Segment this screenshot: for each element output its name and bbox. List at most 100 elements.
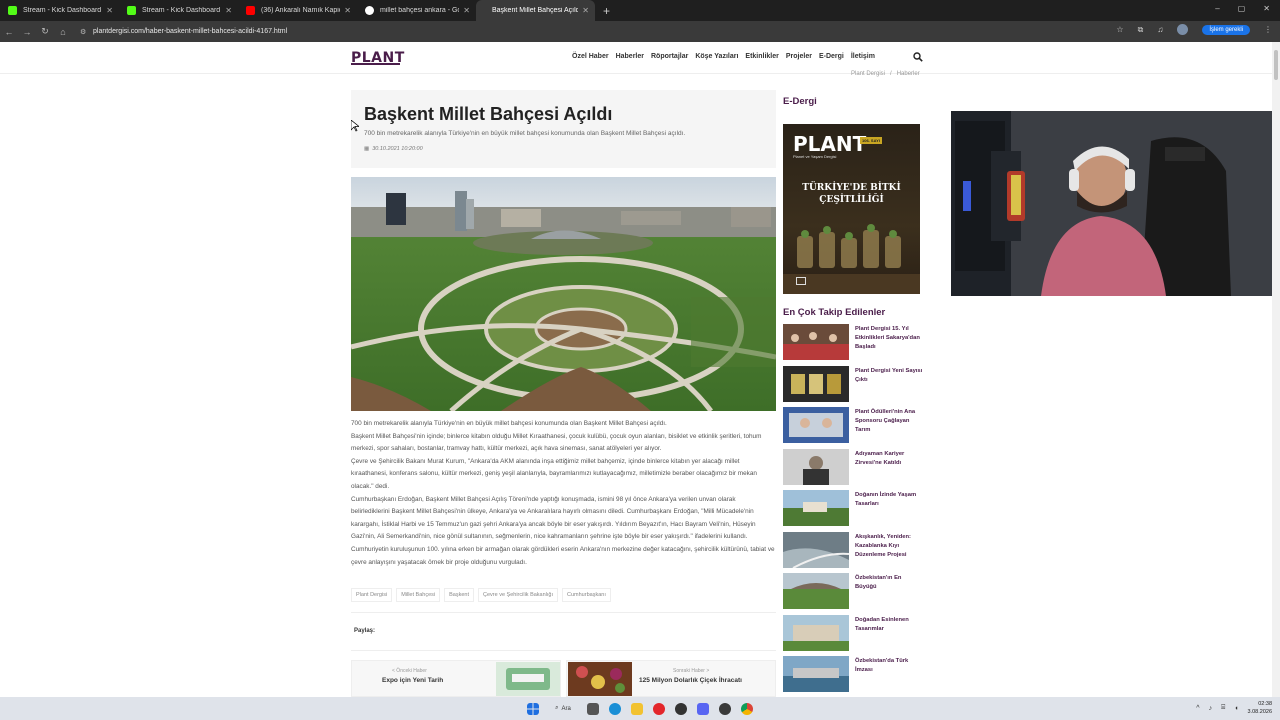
taskbar-search-label: Ara	[561, 705, 571, 712]
tag-link[interactable]: Başkent	[444, 588, 474, 602]
nav-item-kose-yazilari[interactable]: Köşe Yazıları	[695, 53, 738, 60]
list-item[interactable]: Plant Dergisi Yeni Sayısı Çıktı	[783, 365, 923, 408]
search-icon: ⌕	[555, 705, 559, 711]
tag-link[interactable]: Millet Bahçesi	[396, 588, 441, 602]
tag-link[interactable]: Plant Dergisi	[351, 588, 393, 602]
task-view-icon[interactable]	[586, 702, 599, 715]
youtube-favicon-icon	[246, 6, 255, 15]
nav-item-roportajlar[interactable]: Röportajlar	[651, 53, 688, 60]
discord-icon[interactable]	[696, 702, 709, 715]
volume-icon[interactable]: ◖	[1234, 705, 1238, 712]
most-followed-list: Plant Dergisi 15. Yıl Etkinlikleri Sakar…	[783, 324, 923, 697]
item-title: Akışkanlık, Yeniden: Kazablanka Kıyı Düz…	[855, 533, 911, 558]
chrome-icon[interactable]	[740, 702, 753, 715]
new-tab-button[interactable]: +	[603, 4, 610, 18]
mouse-cursor	[351, 120, 359, 132]
date-text: 30.10.2021 10:20:00	[372, 146, 423, 152]
item-title: Plant Dergisi Yeni Sayısı Çıktı	[855, 367, 923, 383]
page-scrollbar[interactable]	[1272, 42, 1280, 697]
article-paragraph: Cumhurbaşkanı Erdoğan, Başkent Millet Ba…	[351, 495, 775, 566]
microphone-icon[interactable]: ♪	[1209, 705, 1213, 712]
list-item[interactable]: Adıyaman Kariyer Zirvesi'ne Katıldı	[783, 448, 920, 491]
home-icon[interactable]: ⌂	[54, 27, 72, 37]
browser-tab-3[interactable]: millet bahçesi ankara - Google ... ✕	[357, 0, 476, 21]
breadcrumb-home[interactable]: Plant Dergisi	[851, 71, 885, 77]
browser-tab-0[interactable]: Stream - Kick Dashboard ✕	[0, 0, 119, 21]
item-title: Plant Dergisi 15. Yıl Etkinlikleri Sakar…	[855, 326, 920, 350]
next-label: Sonraki Haber >	[673, 668, 710, 674]
article-tags: Plant Dergisi Millet Bahçesi Başkent Çev…	[351, 588, 611, 602]
search-icon[interactable]	[913, 52, 923, 62]
nav-item-e-dergi[interactable]: E-Dergi	[819, 53, 844, 60]
browser-tab-4[interactable]: Başkent Millet Bahçesi Açıldı ✕	[476, 0, 595, 21]
media-icon[interactable]: ♫	[1157, 25, 1163, 34]
bookmark-star-icon[interactable]: ☆	[1116, 25, 1123, 34]
windows-start-icon[interactable]	[527, 702, 540, 715]
item-title: Plant Ödülleri'nin Ana Sponsoru Çağlayan…	[855, 409, 916, 433]
clock-time: 02:38	[1258, 701, 1272, 707]
back-icon[interactable]: ←	[0, 27, 18, 37]
close-tab-icon[interactable]: ✕	[463, 6, 470, 15]
url-field[interactable]: ⚙ plantdergisi.com/haber-baskent-millet-…	[80, 28, 287, 36]
list-item[interactable]: Plant Ödülleri'nin Ana Sponsoru Çağlayan…	[783, 407, 920, 449]
list-item[interactable]: Özbekistan'ın En Büyüğü	[783, 573, 920, 615]
app-icon[interactable]	[718, 702, 731, 715]
item-thumbnail	[783, 407, 849, 443]
browser-tab-1[interactable]: Stream - Kick Dashboard ✕	[119, 0, 238, 21]
taskbar-search[interactable]: ⌕ Ara	[549, 705, 577, 712]
item-thumbnail	[783, 490, 849, 526]
tag-link[interactable]: Cumhurbaşkanı	[562, 588, 611, 602]
close-window-button[interactable]: ✕	[1263, 4, 1270, 13]
nav-item-ozel-haber[interactable]: Özel Haber	[572, 53, 609, 60]
nav-item-haberler[interactable]: Haberler	[616, 53, 644, 60]
previous-article-link[interactable]: < Önceki Haber Expo için Yeni Tarih	[351, 660, 561, 697]
site-header: PLANT Özel Haber Haberler Röportajlar Kö…	[0, 42, 1272, 74]
close-tab-icon[interactable]: ✕	[582, 6, 589, 15]
list-item[interactable]: Özbekistan'da Türk İmzası	[783, 656, 920, 697]
obs-icon[interactable]	[674, 702, 687, 715]
item-title: Doğanın İzinde Yaşam Tasarları	[855, 492, 917, 507]
breadcrumb-current[interactable]: Haberler	[897, 71, 920, 77]
browser-tab-2[interactable]: (36) Ankaralı Namık Kapici Izzet... ✕	[238, 0, 357, 21]
nav-item-etkinlikler[interactable]: Etkinlikler	[745, 53, 778, 60]
site-info-icon[interactable]: ⚙	[80, 28, 87, 36]
webcam-overlay	[951, 111, 1272, 296]
breadcrumb-separator: /	[890, 71, 892, 77]
nav-item-projeler[interactable]: Projeler	[786, 53, 812, 60]
extensions-icon[interactable]: ⧉	[1138, 25, 1144, 35]
update-button[interactable]: İşlem gerekli	[1202, 24, 1250, 35]
edergi-cover[interactable]: PLANT 106. SAYI Planet ve Yaşam Dergisi …	[783, 124, 920, 294]
menu-icon[interactable]: ⋮	[1264, 25, 1272, 34]
browser-toolbar-right: ☆ ⧉ ♫ İşlem gerekli ⋮	[1116, 24, 1272, 35]
close-tab-icon[interactable]: ✕	[106, 6, 113, 15]
list-item[interactable]: Plant Dergisi 15. Yıl Etkinlikleri Sakar…	[783, 324, 920, 366]
opera-icon[interactable]	[652, 702, 665, 715]
close-tab-icon[interactable]: ✕	[344, 6, 351, 15]
next-article-link[interactable]: Sonraki Haber > 125 Milyon Dolarlık Çiçe…	[566, 660, 776, 697]
maximize-button[interactable]: ▢	[1238, 4, 1246, 13]
calendar-icon: ▦	[364, 146, 370, 152]
list-item[interactable]: Akışkanlık, Yeniden: Kazablanka Kıyı Düz…	[783, 531, 920, 574]
main-nav: Özel Haber Haberler Röportajlar Köşe Yaz…	[572, 53, 875, 60]
forward-icon[interactable]: →	[18, 27, 36, 37]
network-icon[interactable]: ⌸	[1221, 704, 1225, 712]
file-explorer-icon[interactable]	[630, 702, 643, 715]
follow-heading: En Çok Takip Edilenler	[783, 307, 886, 318]
tag-link[interactable]: Çevre ve Şehircilik Bakanlığı	[478, 588, 559, 602]
nav-item-iletisim[interactable]: İletişim	[851, 53, 875, 60]
edge-icon[interactable]	[608, 702, 621, 715]
item-title: Özbekistan'da Türk İmzası	[855, 658, 909, 673]
close-tab-icon[interactable]: ✕	[225, 6, 232, 15]
cover-gallery-icon	[796, 277, 806, 285]
clock[interactable]: 02:38 3.08.2026	[1248, 700, 1272, 716]
reload-icon[interactable]: ↻	[36, 26, 54, 37]
item-title: Adıyaman Kariyer Zirvesi'ne Katıldı	[855, 450, 905, 466]
list-item[interactable]: Doğanın İzinde Yaşam Tasarları	[783, 490, 920, 532]
list-item[interactable]: Doğadan Esinlenen Tasarımlar	[783, 614, 920, 657]
article-body: 700 bin metrekarelik alanıyla Türkiye'ni…	[351, 418, 776, 569]
tray-chevron-icon[interactable]: ^	[1196, 705, 1199, 712]
item-thumbnail	[783, 531, 849, 568]
profile-avatar[interactable]	[1177, 24, 1189, 35]
scrollbar-thumb[interactable]	[1274, 50, 1278, 80]
minimize-button[interactable]: –	[1215, 4, 1219, 13]
